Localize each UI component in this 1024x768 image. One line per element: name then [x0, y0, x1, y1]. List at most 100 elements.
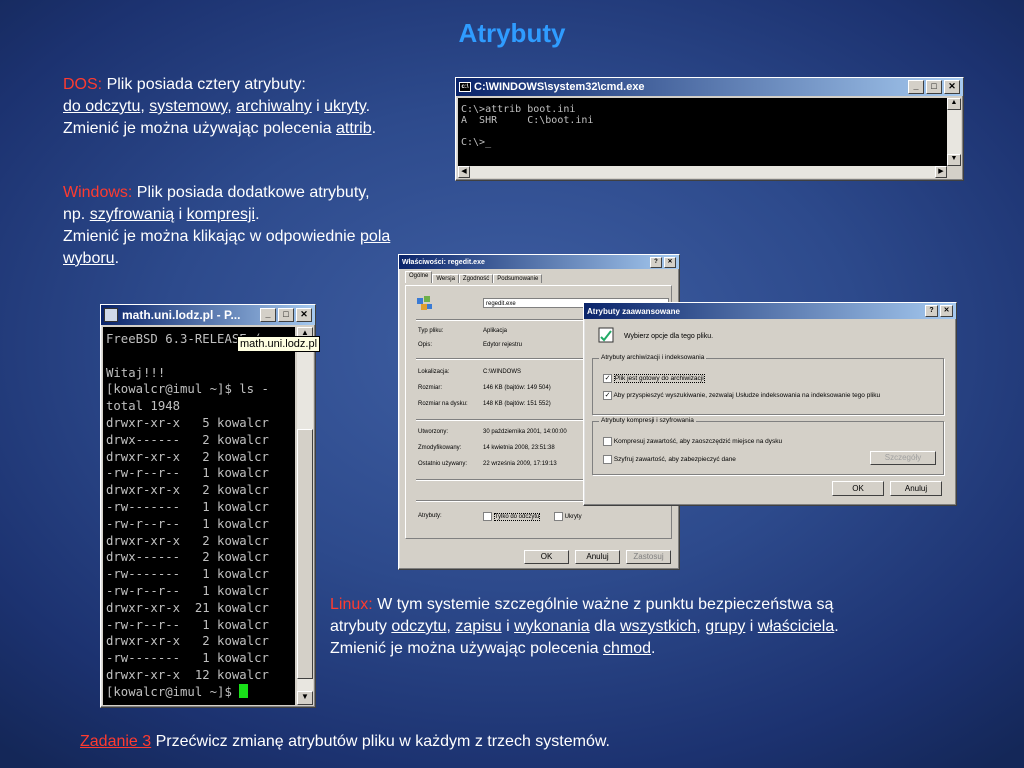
terminal-line: drwxr-xr-x 2 kowalcr: [106, 633, 292, 650]
terminal-line-text: Witaj!!!: [106, 365, 166, 380]
group-label: Atrybuty archiwizacji i indeksowania: [599, 354, 707, 361]
tab-0[interactable]: Ogólne: [405, 271, 433, 283]
tooltip: math.uni.lodz.pl: [237, 336, 321, 352]
cmd-hscrollbar[interactable]: ◀ ▶: [458, 166, 947, 178]
property-value: 146 KB (bajtów: 149 504): [483, 385, 551, 391]
readonly-checkbox[interactable]: Tylko do odczytu: [483, 512, 541, 522]
cmd-vscrollbar[interactable]: ▲ ▼: [947, 98, 961, 166]
scroll-thumb[interactable]: [297, 429, 313, 679]
tab-1[interactable]: Wersja: [432, 274, 459, 283]
terminal-line: -rw------- 1 kowalcr: [106, 499, 292, 516]
encrypt-checkbox[interactable]: Szyfruj zawartość, aby zabezpieczyć dane: [603, 455, 736, 464]
minimize-button[interactable]: _: [908, 80, 924, 94]
tab-2[interactable]: Zgodność: [458, 274, 494, 283]
terminal-line-text: drwxr-xr-x 2 kowalcr: [106, 533, 269, 548]
putty-titlebar: math.uni.lodz.pl - P... _ □ ✕: [101, 305, 315, 325]
details-button[interactable]: Szczegóły: [870, 451, 936, 465]
cancel-button[interactable]: Anuluj: [890, 481, 942, 496]
checkbox-icon[interactable]: ✓: [603, 391, 612, 400]
linux-scope-group: grupy: [705, 618, 746, 635]
linux-label: Linux:: [330, 596, 373, 613]
close-button[interactable]: ✕: [940, 305, 953, 317]
sep: i: [745, 618, 758, 635]
property-value: C:\WINDOWS: [483, 369, 521, 375]
linux-attr-read: odczytu: [391, 618, 447, 635]
close-button[interactable]: ✕: [944, 80, 960, 94]
terminal-line: drwxr-xr-x 21 kowalcr: [106, 600, 292, 617]
checkbox-icon[interactable]: [554, 512, 563, 521]
linux-scope-owner: właściciela: [757, 618, 835, 635]
cmd-titlebar: c:\ C:\WINDOWS\system32\cmd.exe _ □ ✕: [456, 78, 963, 96]
tab-3[interactable]: Podsumowanie: [493, 274, 543, 283]
property-key: Rozmiar na dysku:: [418, 401, 468, 407]
terminal-line-text: drwx------ 2 kowalcr: [106, 432, 269, 447]
encrypt-label: Szyfruj zawartość, aby zabezpieczyć dane: [613, 456, 736, 464]
scroll-left-icon[interactable]: ◀: [458, 166, 470, 178]
console-line: C:\>_: [461, 137, 492, 148]
minimize-button[interactable]: _: [260, 308, 276, 322]
hidden-checkbox[interactable]: Ukryty: [554, 512, 582, 521]
linux-line2: atrybuty: [330, 618, 392, 635]
hidden-label: Ukryty: [564, 514, 582, 521]
checkbox-icon[interactable]: [603, 437, 612, 446]
sep: ,: [227, 98, 237, 115]
windows-link-fields: pola: [360, 228, 391, 245]
putty-title: math.uni.lodz.pl - P...: [122, 308, 241, 322]
windows-attr-compress: kompresji: [186, 206, 256, 223]
dos-paragraph: DOS: Plik posiada cztery atrybuty: do od…: [63, 74, 463, 140]
linux-paragraph: Linux: W tym systemie szczególnie ważne …: [330, 594, 1010, 660]
scroll-right-icon[interactable]: ▶: [935, 166, 947, 178]
maximize-button[interactable]: □: [926, 80, 942, 94]
checkbox-icon[interactable]: [483, 512, 492, 521]
scroll-up-icon[interactable]: ▲: [947, 98, 961, 110]
maximize-button[interactable]: □: [278, 308, 294, 322]
property-key: Lokalizacja:: [418, 369, 450, 375]
dos-line1: Plik posiada cztery atrybuty:: [102, 76, 306, 93]
group-label: Atrybuty kompresji i szyfrowania: [599, 417, 696, 424]
ok-button[interactable]: OK: [832, 481, 884, 496]
property-value: Edytor rejestru: [483, 342, 523, 348]
help-button[interactable]: ?: [650, 256, 662, 268]
compress-checkbox[interactable]: Kompresuj zawartość, aby zaoszczędzić mi…: [603, 437, 782, 446]
regedit-icon: [416, 295, 434, 313]
sep: .: [834, 618, 839, 635]
cancel-button[interactable]: Anuluj: [575, 550, 620, 564]
index-checkbox[interactable]: ✓ Aby przyspieszyć wyszukiwanie, zezwala…: [603, 391, 880, 400]
windows-line1: Plik posiada dodatkowe atrybuty,: [132, 184, 370, 201]
dos-label: DOS:: [63, 76, 103, 93]
terminal-line: drwx------ 2 kowalcr: [106, 432, 292, 449]
putty-window: math.uni.lodz.pl - P... _ □ ✕ FreeBSD 6.…: [100, 304, 321, 708]
compress-encrypt-group: Atrybuty kompresji i szyfrowania Kompres…: [592, 417, 944, 475]
sep: i: [501, 618, 515, 635]
putty-terminal[interactable]: FreeBSD 6.3-RELEASE (Witaj!!! [kowalcr@im…: [103, 327, 295, 705]
dos-line3: Zmienić je można używając polecenia: [63, 120, 337, 137]
terminal-line-text: drwx------ 2 kowalcr: [106, 550, 269, 565]
checkbox-icon[interactable]: ✓: [603, 374, 612, 383]
archive-label: Plik jest gotowy do archiwizacji: [613, 374, 705, 384]
help-button[interactable]: ?: [925, 305, 938, 317]
property-key: Utworzony:: [418, 429, 449, 435]
checkbox-icon[interactable]: [603, 455, 612, 464]
ok-button[interactable]: OK: [524, 550, 569, 564]
apply-button[interactable]: Zastosuj: [626, 550, 671, 564]
terminal-line: [kowalcr@imul ~]$: [106, 683, 292, 701]
archive-checkbox[interactable]: ✓ Plik jest gotowy do archiwizacji: [603, 374, 705, 384]
terminal-line-text: [kowalcr@imul ~]$: [106, 684, 240, 699]
linux-attr-execute: wykonania: [514, 618, 590, 635]
dos-attr-system: systemowy: [149, 98, 228, 115]
property-key: Zmodyfikowany:: [418, 445, 462, 451]
scroll-down-icon[interactable]: ▼: [947, 154, 961, 166]
cmd-output: C:\>attrib boot.ini A SHR C:\boot.ini C:\>…: [458, 98, 947, 154]
windows-link-selection: wyboru: [63, 250, 115, 267]
tab-strip: Ogólne Wersja Zgodność Podsumowanie: [405, 271, 543, 283]
terminal-line: drwxr-xr-x 12 kowalcr: [106, 667, 292, 684]
scroll-down-icon[interactable]: ▼: [297, 691, 313, 705]
cmd-console[interactable]: C:\>attrib boot.ini A SHR C:\boot.ini C:\>…: [458, 98, 947, 166]
slide-title: Atrybuty: [458, 18, 566, 48]
terminal-line-text: -rw------- 1 kowalcr: [106, 651, 269, 666]
putty-scrollbar[interactable]: ▲ ▼: [297, 327, 313, 705]
terminal-line-text: drwxr-xr-x 5 kowalcr: [106, 415, 269, 430]
close-button[interactable]: ✕: [664, 256, 676, 268]
close-button[interactable]: ✕: [296, 308, 312, 322]
terminal-line-text: -rw-r--r-- 1 kowalcr: [106, 516, 269, 531]
